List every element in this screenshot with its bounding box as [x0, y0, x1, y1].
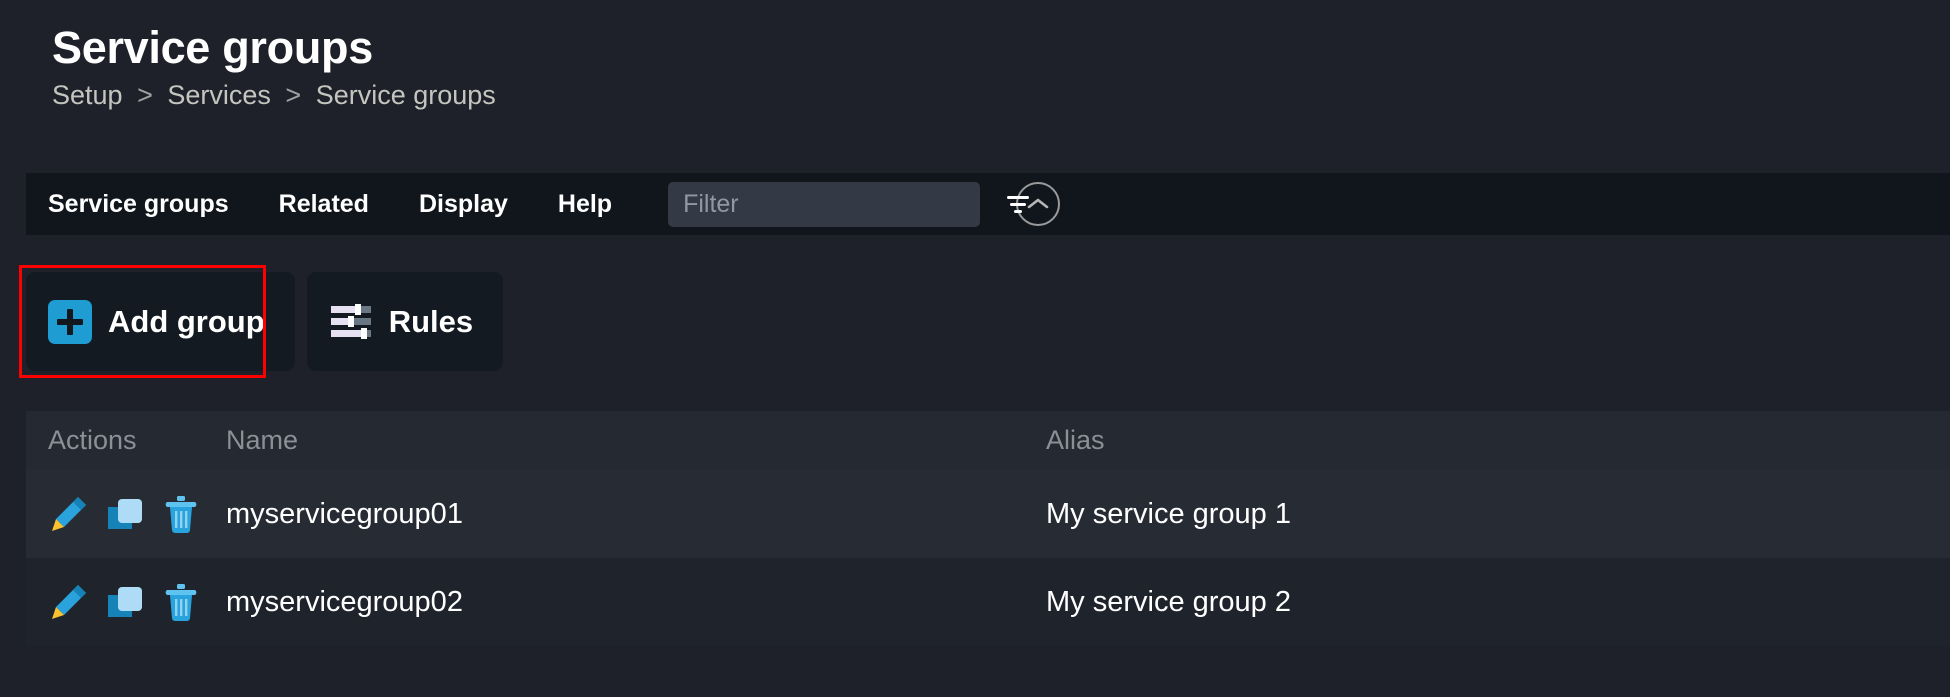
row-actions — [26, 581, 226, 623]
sliders-icon — [330, 303, 371, 339]
column-header-name: Name — [226, 425, 299, 455]
clone-icon[interactable] — [104, 581, 146, 623]
service-groups-page: Service groups Setup > Services > Servic… — [0, 0, 1950, 697]
breadcrumb-separator: > — [137, 80, 153, 110]
menu-related[interactable]: Related — [279, 190, 369, 219]
page-title: Service groups — [52, 22, 373, 73]
menu-bar: Service groups Related Display Help — [26, 173, 1950, 235]
menu-service-groups[interactable]: Service groups — [48, 190, 229, 219]
cell-name: myservicegroup02 — [226, 585, 463, 618]
edit-pencil-icon[interactable] — [48, 493, 90, 535]
cell-alias: My service group 1 — [1046, 497, 1291, 530]
menu-help[interactable]: Help — [558, 190, 612, 219]
cell-name: myservicegroup01 — [226, 497, 463, 530]
row-actions — [26, 493, 226, 535]
clone-icon[interactable] — [104, 493, 146, 535]
column-header-alias: Alias — [1046, 425, 1105, 455]
column-header-actions: Actions — [48, 425, 137, 455]
filter-box[interactable] — [668, 181, 1030, 227]
rules-button[interactable]: Rules — [306, 272, 504, 371]
add-group-button[interactable]: Add group — [26, 272, 295, 371]
breadcrumb-item-setup[interactable]: Setup — [52, 80, 123, 110]
filter-input[interactable] — [683, 189, 1006, 219]
cell-alias: My service group 2 — [1046, 585, 1291, 618]
delete-trash-icon[interactable] — [160, 581, 202, 623]
page-header: Service groups Setup > Services > Servic… — [0, 0, 1950, 112]
service-groups-table: Actions Name Alias myservicegroup01 My s… — [26, 411, 1950, 646]
breadcrumb-item-service-groups[interactable]: Service groups — [316, 80, 496, 110]
add-group-label: Add group — [108, 303, 265, 339]
breadcrumb-item-services[interactable]: Services — [167, 80, 271, 110]
filter-icon[interactable] — [1005, 193, 1031, 215]
table-row: myservicegroup02 My service group 2 — [26, 558, 1950, 646]
edit-pencil-icon[interactable] — [48, 581, 90, 623]
breadcrumb: Setup > Services > Service groups — [52, 78, 1950, 112]
breadcrumb-separator: > — [285, 80, 302, 110]
rules-label: Rules — [388, 303, 474, 339]
table-row: myservicegroup01 My service group 1 — [26, 470, 1950, 558]
delete-trash-icon[interactable] — [160, 493, 202, 535]
action-bar: Add group Rules — [26, 272, 504, 371]
plus-icon — [48, 299, 92, 344]
table-header-row: Actions Name Alias — [26, 411, 1950, 470]
menu-display[interactable]: Display — [419, 190, 508, 219]
